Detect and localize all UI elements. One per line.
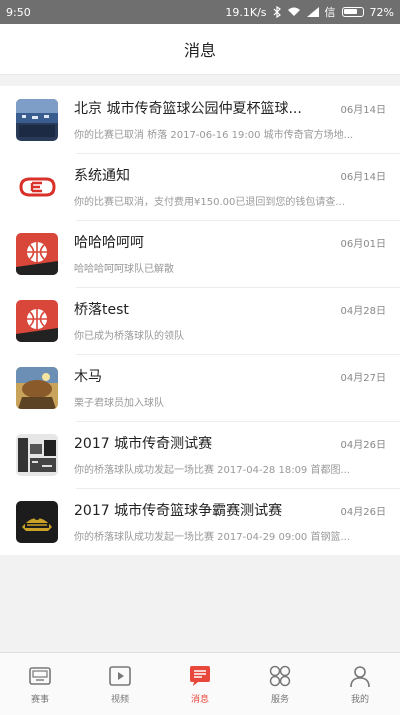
wifi-icon (287, 7, 300, 16)
message-header: 2017 城市传奇篮球争霸赛测试赛 04月26日 (74, 500, 386, 520)
message-texts: 哈哈哈呵呵 06月01日 哈哈哈呵呵球队已解散 (74, 232, 400, 275)
page-title: 消息 (183, 41, 216, 60)
message-preview: 你的桥落球队成功发起一场比赛 2017-04-29 09:00 首钢篮... (74, 532, 351, 543)
message-date: 04月27日 (340, 373, 386, 384)
message-texts: 2017 城市传奇测试赛 04月26日 你的桥落球队成功发起一场比赛 2017-… (74, 433, 400, 476)
message-list: 北京 城市传奇篮球公园仲夏杯篮球... 06月14日 你的比赛已取消 桥落 20… (0, 86, 400, 555)
court-photo-icon (16, 98, 58, 141)
tab-label: 视频 (110, 695, 129, 705)
message-title: 2017 城市传奇篮球争霸赛测试赛 (74, 503, 283, 519)
message-header: 系统通知 06月14日 (74, 165, 386, 185)
tab-label: 服务 (270, 695, 289, 705)
message-title: 北京 城市传奇篮球公园仲夏杯篮球... (74, 101, 302, 117)
play-icon (109, 666, 131, 686)
grid-icon (269, 665, 291, 687)
message-date: 04月26日 (340, 507, 386, 518)
tab-events[interactable]: 赛事 (0, 653, 80, 715)
message-date: 06月14日 (340, 172, 386, 183)
message-texts: 系统通知 06月14日 你的比赛已取消，支付费用¥150.00已退回到您的钱包请… (74, 165, 400, 208)
message-item[interactable]: 北京 城市传奇篮球公园仲夏杯篮球... 06月14日 你的比赛已取消 桥落 20… (0, 86, 400, 153)
message-preview: 你已成为桥落球队的领队 (74, 331, 184, 342)
tab-profile[interactable]: 我的 (320, 653, 400, 715)
message-item[interactable]: 木马 04月27日 栗子君球员加入球队 (0, 354, 400, 421)
message-header: 北京 城市传奇篮球公园仲夏杯篮球... 06月14日 (74, 98, 386, 118)
message-preview: 你的比赛已取消，支付费用¥150.00已退回到您的钱包请查... (74, 197, 345, 208)
message-header: 2017 城市传奇测试赛 04月26日 (74, 433, 386, 453)
message-preview: 你的比赛已取消 桥落 2017-06-16 19:00 城市传奇官方场地... (74, 130, 354, 141)
message-preview: 栗子君球员加入球队 (74, 398, 164, 409)
signal-icon (306, 7, 319, 17)
status-right: 19.1K/s 信 72% (225, 4, 394, 20)
message-date: 04月26日 (340, 440, 386, 451)
tab-label: 消息 (190, 695, 209, 705)
message-title: 桥落test (74, 302, 129, 318)
network-speed: 19.1K/s (225, 5, 267, 19)
message-date: 06月01日 (340, 239, 386, 250)
tab-label: 赛事 (30, 695, 49, 705)
person-icon (350, 666, 370, 688)
message-header: 木马 04月27日 (74, 366, 386, 386)
status-bar: 9:50 19.1K/s 信 72% (0, 0, 400, 24)
message-texts: 桥落test 04月28日 你已成为桥落球队的领队 (74, 299, 400, 342)
tab-messages[interactable]: 消息 (160, 653, 240, 715)
team-ball-icon (16, 232, 58, 275)
crest-icon (16, 500, 58, 543)
message-date: 04月28日 (340, 306, 386, 317)
scoreboard-icon (29, 667, 51, 685)
system-logo-icon (16, 165, 58, 208)
page-header: 消息 (0, 24, 400, 75)
message-title: 2017 城市传奇测试赛 (74, 436, 213, 452)
battery-level: 72% (369, 5, 394, 19)
message-item[interactable]: 桥落test 04月28日 你已成为桥落球队的领队 (0, 287, 400, 354)
battery-icon (341, 7, 364, 17)
message-preview: 你的桥落球队成功发起一场比赛 2017-04-28 18:09 首都图... (74, 465, 351, 476)
message-title: 系统通知 (74, 168, 130, 184)
signal-label: 信 (324, 6, 336, 19)
message-header: 哈哈哈呵呵 06月01日 (74, 232, 386, 252)
message-header: 桥落test 04月28日 (74, 299, 386, 319)
message-item[interactable]: 2017 城市传奇篮球争霸赛测试赛 04月26日 你的桥落球队成功发起一场比赛 … (0, 488, 400, 555)
message-date: 06月14日 (340, 105, 386, 116)
message-texts: 木马 04月27日 栗子君球员加入球队 (74, 366, 400, 409)
message-item[interactable]: 2017 城市传奇测试赛 04月26日 你的桥落球队成功发起一场比赛 2017-… (0, 421, 400, 488)
message-texts: 2017 城市传奇篮球争霸赛测试赛 04月26日 你的桥落球队成功发起一场比赛 … (74, 500, 400, 543)
message-item[interactable]: 哈哈哈呵呵 06月01日 哈哈哈呵呵球队已解散 (0, 220, 400, 287)
team-ball-icon (16, 299, 58, 342)
tab-services[interactable]: 服务 (240, 653, 320, 715)
message-title: 哈哈哈呵呵 (74, 235, 144, 251)
message-icon (190, 666, 210, 686)
bottom-tab-bar: 赛事 视频 消息 服务 我的 (0, 652, 400, 715)
message-item[interactable]: 系统通知 06月14日 你的比赛已取消，支付费用¥150.00已退回到您的钱包请… (0, 153, 400, 220)
message-texts: 北京 城市传奇篮球公园仲夏杯篮球... 06月14日 你的比赛已取消 桥落 20… (74, 98, 400, 141)
message-title: 木马 (74, 369, 102, 385)
tab-video[interactable]: 视频 (80, 653, 160, 715)
tab-label: 我的 (350, 695, 369, 705)
message-preview: 哈哈哈呵呵球队已解散 (74, 264, 174, 275)
horse-photo-icon (16, 366, 58, 409)
bluetooth-icon (273, 6, 281, 18)
test-match-icon (16, 433, 58, 476)
status-time: 9:50 (6, 5, 31, 19)
